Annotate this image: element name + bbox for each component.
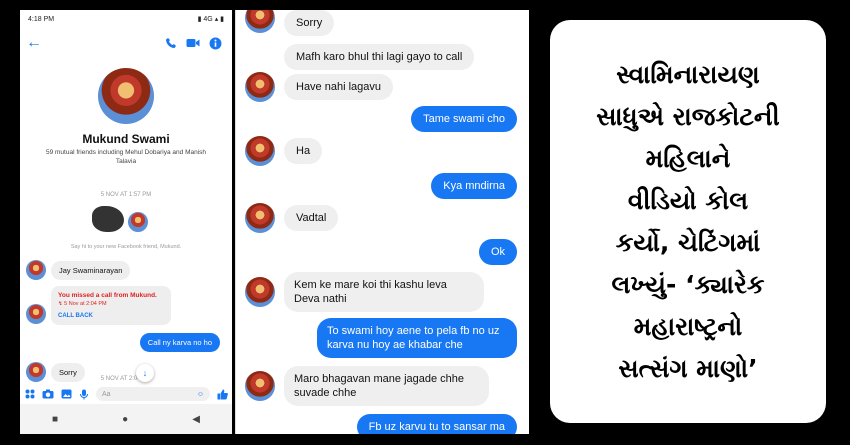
status-time: 4:18 PM <box>28 15 55 23</box>
waving-hand-icon[interactable] <box>92 206 124 232</box>
gallery-icon[interactable] <box>60 388 72 400</box>
message-bubble-incoming[interactable]: Ha <box>284 138 323 164</box>
scroll-down-icon[interactable]: ↓ <box>136 364 154 382</box>
sender-avatar <box>245 136 275 166</box>
sender-avatar <box>245 10 275 33</box>
message-bubble-outgoing[interactable]: Fb uz karvu tu to sansar ma <box>356 414 517 434</box>
message-row: Kem ke mare koi thi kashu leva Deva nath… <box>245 272 484 312</box>
message-bubble-incoming[interactable]: Vadtal <box>284 205 339 231</box>
message-composer: Aa ☺ <box>20 384 232 404</box>
message-input-placeholder: Aa <box>102 390 111 398</box>
missed-call-time: ↯ 5 Nov at 2:04 PM <box>58 301 107 307</box>
headline-line: કર્યો, ચેટિંગમાં <box>615 227 761 257</box>
profile-name: Mukund Swami <box>82 132 170 146</box>
message-row: Mafh karo bhul thi lagi gayo to call <box>284 44 475 70</box>
message-row: Jay Swaminarayan <box>20 260 232 280</box>
sender-avatar <box>245 203 275 233</box>
profile-section: Mukund Swami 59 mutual friends including… <box>20 58 232 166</box>
sender-avatar <box>26 304 46 324</box>
headline-line: મહારાષ્ટ્રનો <box>633 311 743 341</box>
message-bubble-incoming[interactable]: Maro bhagavan mane jagade chhe suvade ch… <box>284 366 489 406</box>
message-row: Ha <box>245 136 323 166</box>
phone-call-icon[interactable] <box>160 32 182 54</box>
call-back-button[interactable]: CALL BACK <box>58 313 164 319</box>
chat-timestamp-partial: 5 NOV AT 2:04 PM <box>100 376 152 382</box>
android-nav-bar: ■ ● ◀ <box>20 404 232 434</box>
message-bubble-outgoing[interactable]: Tame swami cho <box>411 106 517 132</box>
sender-avatar <box>245 277 275 307</box>
message-bubble-incoming[interactable]: Sorry <box>284 10 335 36</box>
message-bubble-incoming[interactable]: Jay Swaminarayan <box>51 260 131 280</box>
sender-avatar <box>245 371 275 401</box>
message-bubble-incoming[interactable]: Have nahi lagavu <box>284 74 394 100</box>
message-bubble-outgoing[interactable]: Ok <box>478 239 517 265</box>
headline-line: સ્વામિનારાયણ <box>616 59 760 89</box>
mutual-friends-text: 59 mutual friends including Mehul Dobari… <box>45 149 207 165</box>
thumbs-up-icon[interactable] <box>216 388 228 400</box>
headline-line: સાધુએ રાજકોટની <box>596 101 780 131</box>
missed-call-card: You missed a call from Mukund. ↯ 5 Nov a… <box>51 286 171 325</box>
missed-call-row: You missed a call from Mukund. ↯ 5 Nov a… <box>20 286 232 325</box>
status-indicators: ▮ 4G ▴ ▮ <box>197 16 224 23</box>
profile-avatar[interactable] <box>98 68 154 124</box>
new-friend-hint: Say hi to your new Facebook friend, Muku… <box>70 244 182 250</box>
message-row: Maro bhagavan mane jagade chhe suvade ch… <box>245 366 489 406</box>
message-bubble-incoming[interactable]: Kem ke mare koi thi kashu leva Deva nath… <box>284 272 484 312</box>
recent-apps-icon[interactable]: ■ <box>52 414 58 425</box>
headline-line: વીડિયો કોલ <box>627 185 749 215</box>
wave-greeting <box>20 204 232 240</box>
headline-line: મહિલાને <box>645 143 731 173</box>
message-row: Sorry <box>245 10 335 36</box>
message-bubble-outgoing[interactable]: Call ny karva no ho <box>139 333 220 352</box>
home-icon[interactable]: ● <box>122 414 128 425</box>
sender-avatar <box>245 72 275 102</box>
status-bar: 4:18 PM ▮ 4G ▴ ▮ <box>20 10 232 28</box>
messenger-phone-screen: 4:18 PM ▮ 4G ▴ ▮ ← Mukund Swami 59 mutua… <box>20 10 232 434</box>
sender-avatar <box>26 260 46 280</box>
emoji-icon[interactable]: ☺ <box>197 391 204 398</box>
chat-continuation-screen: Sorry Mafh karo bhul thi lagi gayo to ca… <box>235 10 529 434</box>
message-input[interactable]: Aa ☺ <box>96 387 210 401</box>
outgoing-row: Call ny karva no ho <box>20 333 232 352</box>
message-bubble-outgoing[interactable]: To swami hoy aene to pela fb no uz karva… <box>317 318 517 358</box>
chat-header: ← <box>20 28 232 58</box>
wave-avatar <box>126 210 150 234</box>
headline-line: સત્સંગ માણો’ <box>618 353 758 383</box>
headline-card: સ્વામિનારાયણ સાધુએ રાજકોટની મહિલાને વીડિ… <box>550 20 826 423</box>
back-arrow-icon[interactable]: ← <box>26 34 46 52</box>
message-row: Vadtal <box>245 203 339 233</box>
message-row: Have nahi lagavu <box>245 72 394 102</box>
chat-timestamp: 5 NOV AT 1:57 PM <box>100 192 152 198</box>
message-bubble-incoming[interactable]: Mafh karo bhul thi lagi gayo to call <box>284 44 475 70</box>
menu-dots-icon[interactable] <box>24 388 36 400</box>
headline-line: લખ્યું- ‘ક્યારેક <box>611 269 765 299</box>
video-call-icon[interactable] <box>182 32 204 54</box>
message-bubble-outgoing[interactable]: Kya mndirna <box>431 173 517 199</box>
microphone-icon[interactable] <box>78 388 90 400</box>
camera-icon[interactable] <box>42 388 54 400</box>
info-icon[interactable] <box>204 32 226 54</box>
missed-call-title: You missed a call from Mukund. <box>58 292 157 299</box>
back-nav-icon[interactable]: ◀ <box>192 414 200 425</box>
